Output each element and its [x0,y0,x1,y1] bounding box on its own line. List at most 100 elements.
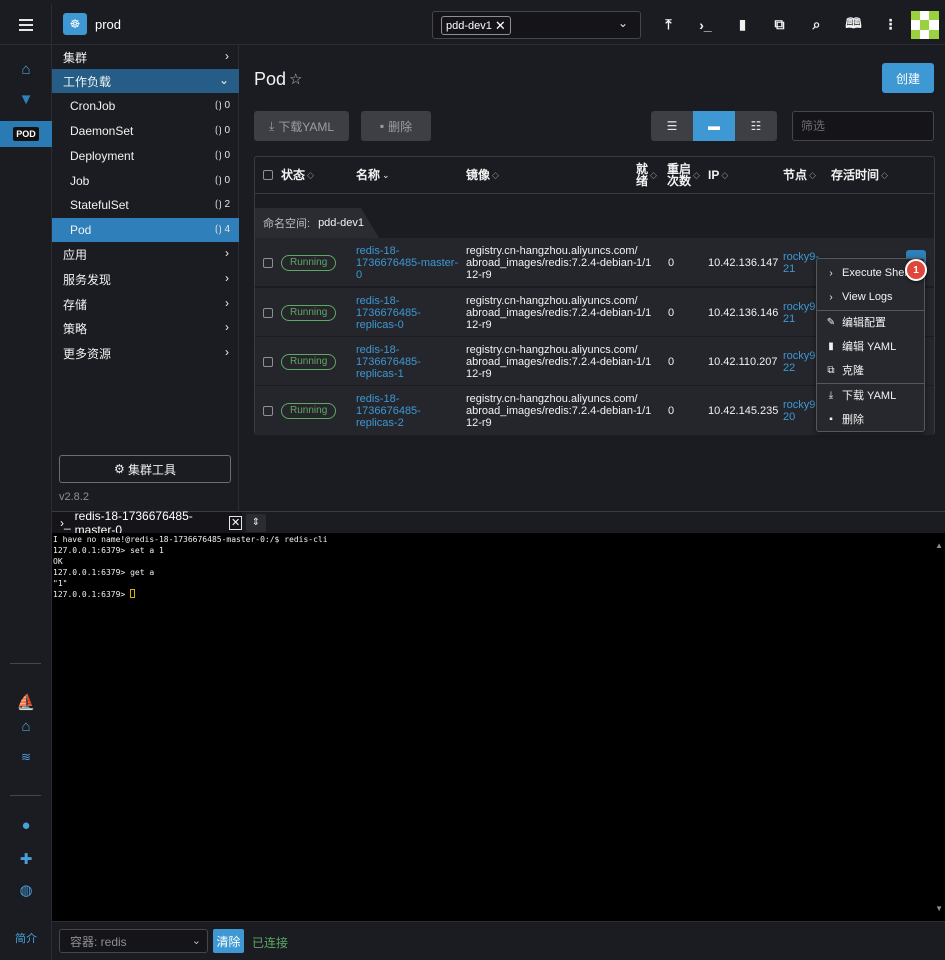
download-yaml-button[interactable]: ⤓ 下载YAML [254,111,349,141]
pod-name-link[interactable]: redis-18- 1736676485- replicas-2 [356,386,421,435]
terminal-lines: I have no name!@redis-18-1736676485-mast… [53,535,328,599]
menu-toggle-button[interactable] [0,4,52,45]
pod-image: registry.cn-hangzhou.aliyuncs.com/abroad… [466,343,638,380]
book-icon[interactable]: 🕮 [835,13,872,37]
pod-node-link[interactable]: rocky9- 21 [783,238,819,287]
menu-item-label: 删除 [842,414,864,426]
row-checkbox[interactable] [263,357,273,367]
terminal-output[interactable]: I have no name!@redis-18-1736676485-mast… [52,533,945,921]
clear-button[interactable]: 清除 [213,929,244,953]
copy-icon[interactable]: ⧉ [761,16,798,33]
terminal-icon[interactable]: ›_ [687,17,724,33]
extensions-puzzle-icon[interactable]: ✚ [0,850,52,868]
column-state[interactable]: 状态 ◇ [281,157,314,193]
user-avatar[interactable] [911,11,939,39]
column-age[interactable]: 存活时间 ◇ [831,157,888,193]
sidebar-item-daemonset[interactable]: DaemonSet ⟮⟯ 0 [52,119,239,143]
nav-group-workloads[interactable]: 工作负载 ⌄ [52,69,239,93]
cluster-logo-icon: ☸ [63,13,87,35]
nav-group-policy[interactable]: 策略 › [52,316,239,340]
terminal-tab[interactable]: ›_ redis-18-1736676485-master-0 ✕ [52,509,242,537]
filter-input[interactable] [792,111,934,141]
menu-item-download-yaml[interactable]: ⤓ 下载 YAML [817,383,924,407]
page-title: Pod [254,69,287,89]
group-view-icon[interactable]: ☷ [735,111,777,141]
sidebar-item-deployment[interactable]: Deployment ⟮⟯ 0 [52,144,239,168]
menu-item-edit-yaml[interactable]: ▮ 编辑 YAML [817,334,924,358]
namespace-name[interactable]: pdd-dev1 [318,217,364,229]
globe-icon[interactable]: ◍ [0,881,52,899]
rail-pod-cluster[interactable]: POD [0,121,52,147]
menu-item-label: 编辑配置 [842,317,886,329]
pod-ip: 10.42.136.146 [708,306,779,319]
cluster-tools-label: 集群工具 [128,462,177,477]
nav-group-service-discovery[interactable]: 服务发现 › [52,267,239,291]
scroll-up-icon[interactable]: ▲ [935,541,943,550]
select-all-checkbox[interactable] [263,170,273,180]
fleet-icon[interactable]: ⌂ [0,718,52,735]
remove-namespace-icon[interactable]: ✕ [495,18,506,34]
pod-node-link[interactable]: rocky9- 22 [783,337,819,386]
sidebar-item-job[interactable]: Job ⟮⟯ 0 [52,169,239,193]
column-image[interactable]: 镜像 ◇ [466,157,499,193]
chevron-right-icon: › [225,271,229,285]
list-view-icon[interactable]: ☰ [651,111,693,141]
about-link[interactable]: 简介 [0,930,52,946]
network-icon[interactable]: ≋ [0,750,52,764]
sidebar-item-cronjob[interactable]: CronJob ⟮⟯ 0 [52,94,239,118]
file-icon[interactable]: ▮ [724,16,761,33]
container-select[interactable]: 容器: redis ⌄ [59,929,208,953]
row-checkbox[interactable] [263,308,273,318]
menu-item-edit-config[interactable]: ✎ 编辑配置 [817,310,924,334]
cluster-tools-button[interactable]: ⚙ 集群工具 [59,455,231,483]
namespace-filter-select[interactable]: pdd-dev1 ✕ ⌄ [432,11,641,39]
home-icon[interactable]: ⌂ [0,61,52,78]
scroll-down-icon[interactable]: ▼ [935,904,943,913]
pod-node-link[interactable]: rocky9- 21 [783,288,819,337]
trash-icon: ▪ [829,413,833,425]
cluster-shirt-icon[interactable]: ▼ [0,91,52,108]
expand-collapse-icon[interactable]: ⇕ [246,514,266,532]
nav-item-count: ⟮⟯ 0 [214,125,230,136]
close-icon[interactable]: ✕ [229,516,242,530]
pod-name-link[interactable]: redis-18- 1736676485-master- 0 [356,238,458,287]
more-vertical-icon[interactable]: ⋮ [872,16,909,33]
pod-name-link[interactable]: redis-18- 1736676485- replicas-0 [356,288,421,337]
create-button[interactable]: 创建 [882,63,934,93]
row-checkbox[interactable] [263,258,273,268]
column-restarts[interactable]: 重启 次数 ◇ [667,157,700,193]
menu-item-clone[interactable]: ⧉ 克隆 [817,358,924,382]
pod-name-link[interactable]: redis-18- 1736676485- replicas-1 [356,337,421,386]
column-ip[interactable]: IP ◇ [708,157,728,193]
nav-group-cluster[interactable]: 集群 › [52,45,239,69]
menu-item-delete[interactable]: ▪ 删除 [817,407,924,431]
chevron-right-icon: › [829,267,833,279]
nav-item-label: CronJob [70,99,116,113]
menu-item-view-logs[interactable]: › View Logs [817,285,924,309]
folder-view-icon[interactable]: ▬ [693,111,735,141]
user-icon[interactable]: ● [0,817,52,834]
upload-icon[interactable]: ⤒ [650,16,687,33]
nav-item-label: Job [70,174,90,188]
favorite-star-icon[interactable]: ☆ [289,70,302,88]
sidebar-item-pod[interactable]: Pod ⟮⟯ 4 [52,218,239,242]
nav-group-storage[interactable]: 存储 › [52,292,239,316]
pod-ip: 10.42.110.207 [708,355,778,368]
nav-group-apps[interactable]: 应用 › [52,242,239,266]
cluster-name[interactable]: prod [95,17,121,32]
chevron-down-icon[interactable]: ⌄ [618,16,628,30]
delete-button[interactable]: ▪ 删除 [361,111,431,141]
search-icon[interactable]: ⌕ [798,16,835,33]
helm-sailboat-icon[interactable]: ⛵ [0,693,52,711]
pod-node-link[interactable]: rocky9- 20 [783,386,819,435]
sidebar-nav: 集群 › 工作负载 ⌄ CronJob ⟮⟯ 0 DaemonSet ⟮⟯ 0 Depl… [52,45,239,511]
row-checkbox[interactable] [263,406,273,416]
sidebar-item-statefulset[interactable]: StatefulSet ⟮⟯ 2 [52,193,239,217]
nav-group-more-resources[interactable]: 更多资源 › [52,341,239,365]
namespace-tag: pdd-dev1 ✕ [441,16,511,35]
column-ready[interactable]: 就绪 ◇ [636,157,657,193]
sort-icon: ◇ [881,170,888,180]
column-name[interactable]: 名称 ⌄ [356,157,390,193]
pod-image: registry.cn-hangzhou.aliyuncs.com/abroad… [466,244,638,281]
column-node[interactable]: 节点 ◇ [783,157,816,193]
